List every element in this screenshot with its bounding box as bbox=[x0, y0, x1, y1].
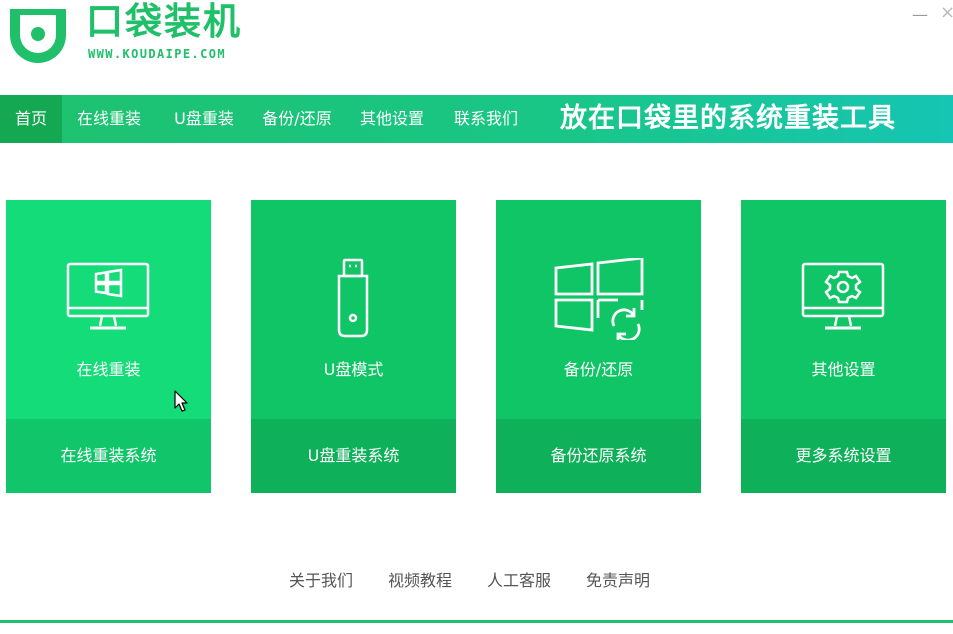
nav-item-online-reinstall[interactable]: 在线重装 bbox=[66, 95, 152, 143]
card-online-reinstall[interactable]: 在线重装 在线重装系统 bbox=[6, 200, 211, 493]
card-title: U盘模式 bbox=[323, 360, 384, 379]
monitor-windows-icon bbox=[66, 262, 150, 330]
nav-item-backup-restore[interactable]: 备份/还原 bbox=[254, 95, 340, 143]
windows-restore-icon bbox=[554, 258, 644, 340]
app-title: 口袋装机 bbox=[86, 0, 242, 43]
nav-bar: 首页 在线重装 U盘重装 备份/还原 其他设置 联系我们 放在口袋里的系统重装工… bbox=[0, 95, 953, 143]
more-system-settings-button[interactable]: 更多系统设置 bbox=[741, 419, 946, 493]
slogan: 放在口袋里的系统重装工具 bbox=[560, 103, 896, 134]
card-top[interactable]: 其他设置 bbox=[741, 200, 946, 419]
usb-drive-icon bbox=[337, 258, 369, 338]
minimize-button[interactable]: — bbox=[912, 7, 928, 23]
nav-item-home[interactable]: 首页 bbox=[0, 95, 62, 143]
online-reinstall-system-button[interactable]: 在线重装系统 bbox=[6, 419, 211, 493]
card-title: 备份/还原 bbox=[563, 360, 634, 379]
bottom-divider bbox=[0, 620, 953, 623]
card-backup-restore[interactable]: 备份/还原 备份还原系统 bbox=[496, 200, 701, 493]
footer-link-disclaimer[interactable]: 免责声明 bbox=[586, 567, 650, 591]
card-top[interactable]: 在线重装 bbox=[6, 200, 211, 419]
card-top[interactable]: U盘模式 bbox=[251, 200, 456, 419]
footer-link-about-us[interactable]: 关于我们 bbox=[289, 567, 353, 591]
mouse-cursor-icon bbox=[174, 390, 188, 412]
monitor-gear-icon bbox=[801, 262, 885, 330]
usb-reinstall-system-button[interactable]: U盘重装系统 bbox=[251, 419, 456, 493]
nav-item-usb-reinstall[interactable]: U盘重装 bbox=[164, 95, 244, 143]
card-usb-mode[interactable]: U盘模式 U盘重装系统 bbox=[251, 200, 456, 493]
footer-link-video-tutorial[interactable]: 视频教程 bbox=[388, 567, 452, 591]
app-logo-icon bbox=[10, 9, 66, 63]
nav-item-contact-us[interactable]: 联系我们 bbox=[444, 95, 528, 143]
card-top[interactable]: 备份/还原 bbox=[496, 200, 701, 419]
footer-link-customer-service[interactable]: 人工客服 bbox=[487, 567, 551, 591]
app-website: WWW.KOUDAIPE.COM bbox=[88, 47, 226, 61]
nav-item-other-settings[interactable]: 其他设置 bbox=[350, 95, 434, 143]
title-bar: 口袋装机 WWW.KOUDAIPE.COM — × bbox=[0, 0, 953, 95]
card-title: 在线重装 bbox=[76, 360, 141, 379]
card-title: 其他设置 bbox=[811, 360, 876, 379]
close-button[interactable]: × bbox=[940, 4, 953, 22]
card-other-settings[interactable]: 其他设置 更多系统设置 bbox=[741, 200, 946, 493]
backup-restore-system-button[interactable]: 备份还原系统 bbox=[496, 419, 701, 493]
